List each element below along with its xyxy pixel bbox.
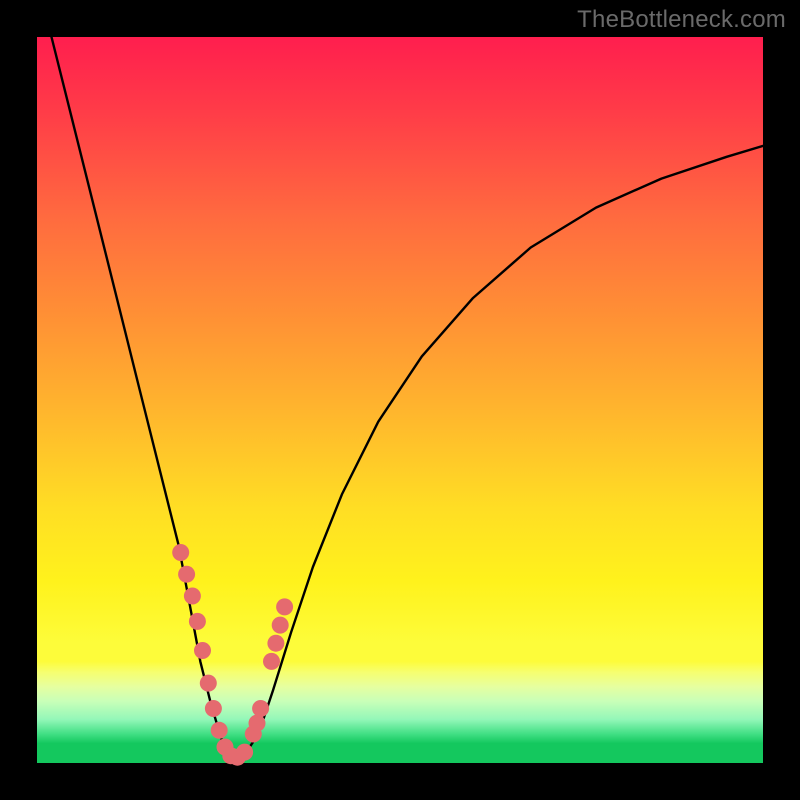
highlight-point [189,613,206,630]
plot-area [37,37,763,763]
bottleneck-curve [52,37,764,759]
highlight-point [267,635,284,652]
highlight-point [236,744,253,761]
chart-frame: TheBottleneck.com [0,0,800,800]
highlight-point [276,598,293,615]
highlight-point [178,566,195,583]
highlight-point [184,588,201,605]
highlight-point [211,722,228,739]
highlight-point [272,617,289,634]
highlight-point [249,715,266,732]
highlight-point [263,653,280,670]
highlight-point [194,642,211,659]
highlight-point [252,700,269,717]
highlight-point [172,544,189,561]
highlight-point [205,700,222,717]
highlight-point [200,675,217,692]
highlight-markers [172,544,293,766]
chart-svg [37,37,763,763]
curve-path [52,37,764,759]
watermark-text: TheBottleneck.com [577,6,786,34]
